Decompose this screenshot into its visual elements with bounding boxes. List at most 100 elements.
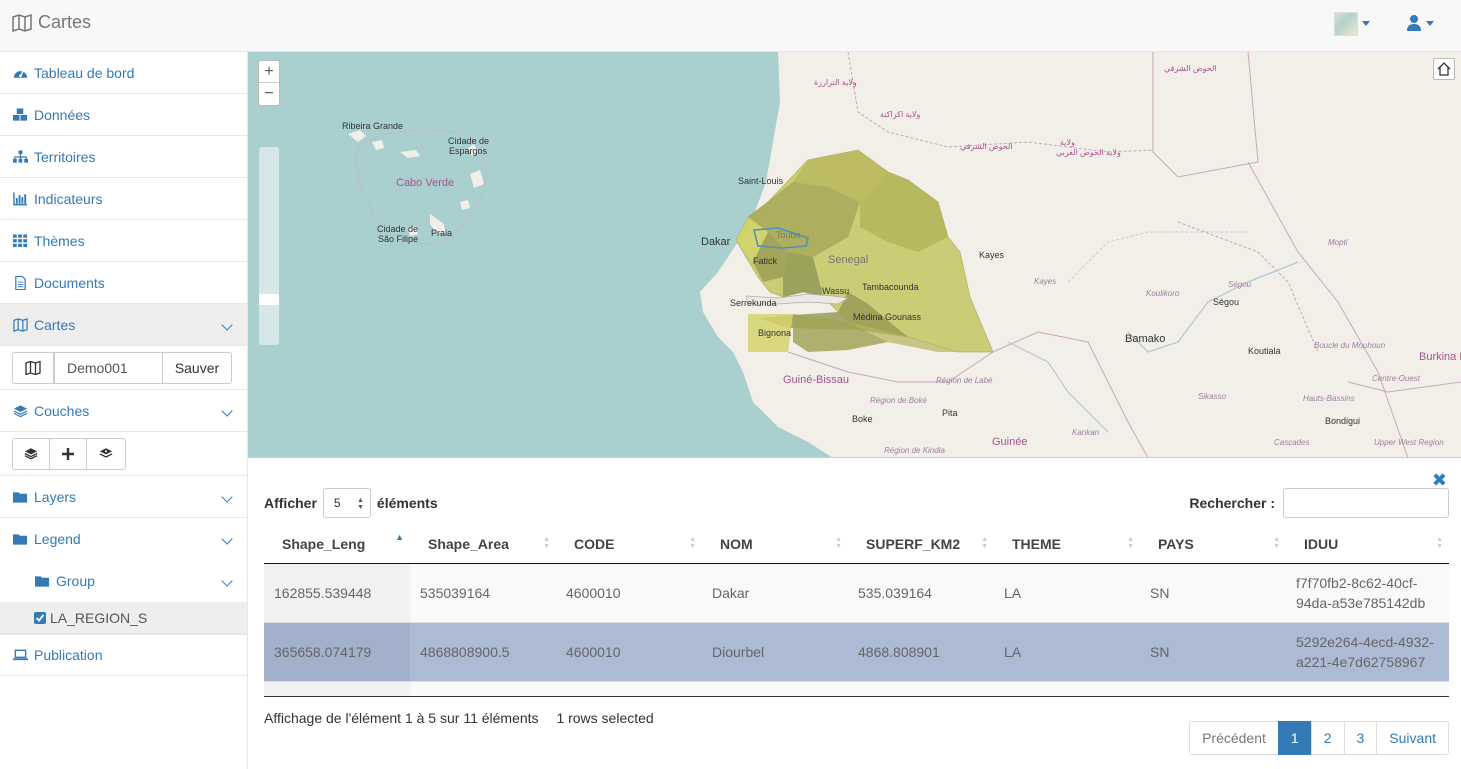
table-cell: Dakar [712, 585, 750, 601]
zoom-in-button[interactable]: + [259, 61, 279, 83]
search-input[interactable] [1283, 488, 1449, 518]
map-label: Ségou [1213, 297, 1240, 307]
chevron-down-icon[interactable] [1362, 21, 1370, 26]
column-header[interactable]: Shape_Area ▲ ▼ [410, 524, 556, 563]
basemap-thumbnail[interactable] [1334, 12, 1358, 36]
map-icon [12, 317, 28, 332]
sitemap-icon [12, 149, 28, 163]
column-header[interactable]: IDUU ▲ ▼ [1286, 524, 1449, 563]
sidebar-item-indicateurs[interactable]: Indicateurs [0, 178, 247, 220]
folder-icon [12, 534, 27, 545]
cubes-icon [12, 107, 27, 121]
pagination-page-1[interactable]: 1 [1277, 721, 1312, 755]
layer-style-button[interactable] [86, 437, 126, 470]
sidebar-item-layers[interactable]: Layers [0, 476, 247, 518]
chevron-down-icon[interactable] [221, 533, 233, 545]
sidebar-item-donnees[interactable]: Données [0, 94, 247, 136]
user-icon[interactable] [1406, 14, 1422, 32]
length-control: Afficher 5 ▲ ▼ éléments [264, 488, 438, 518]
legend-group[interactable]: Group [0, 560, 247, 602]
sidebar-item-couches[interactable]: Couches [0, 390, 247, 432]
sort-icon: ▲ ▼ [1273, 536, 1280, 550]
brand[interactable]: Cartes [12, 12, 91, 33]
map-button[interactable] [12, 351, 54, 384]
folder-icon [34, 576, 49, 587]
column-header[interactable]: SUPERF_KM2 ▲ ▼ [848, 524, 994, 563]
map-icon [12, 13, 32, 32]
sidebar-item-publication[interactable]: Publication [0, 634, 247, 676]
table-cell [264, 682, 410, 696]
sidebar: Tableau de bord Données Territoires Indi… [0, 52, 248, 769]
home-extent-button[interactable] [1433, 58, 1455, 80]
sidebar-item-cartes[interactable]: Cartes [0, 304, 247, 346]
sidebar-item-territoires[interactable]: Territoires [0, 136, 247, 178]
brand-title: Cartes [38, 12, 92, 32]
map-label: Koutiala [1248, 346, 1281, 356]
sort-icon: ▲ ▼ [1436, 536, 1443, 550]
checkbox-checked-icon[interactable] [34, 611, 46, 624]
length-select[interactable]: 5 ▲ ▼ [322, 488, 371, 518]
add-layer-button[interactable] [49, 437, 87, 470]
table-row[interactable] [264, 682, 1449, 696]
pagination-page-3[interactable]: 3 [1343, 721, 1378, 755]
column-header[interactable]: PAYS ▲ ▼ [1140, 524, 1286, 563]
table-cell: 4600010 [566, 585, 621, 601]
column-header[interactable]: Shape_Leng ▲ [264, 524, 410, 563]
layers-icon [24, 448, 38, 460]
sort-asc-icon: ▲ [395, 532, 404, 542]
map-label: ولاية [1060, 138, 1075, 147]
map-label: Burkina Faso [1419, 351, 1461, 363]
sort-icon: ▲ ▼ [981, 536, 988, 550]
pagination-page-2[interactable]: 2 [1310, 721, 1345, 755]
map-label: Région de Kindia [884, 446, 945, 455]
zoom-out-button[interactable]: − [259, 83, 279, 105]
table-row-selected[interactable]: 365658.074179 4868808900.5 4600010 Diour… [264, 623, 1449, 682]
sort-icon: ▲ ▼ [543, 536, 550, 550]
table-row[interactable]: 162855.539448 535039164 4600010 Dakar 53… [264, 564, 1449, 623]
pagination-next[interactable]: Suivant [1376, 721, 1449, 755]
map-label: Kayes [1034, 277, 1057, 286]
map-label: Koulikoro [1146, 289, 1180, 298]
map-label: Boucle du Mouhoun [1314, 341, 1386, 350]
column-header[interactable]: THEME ▲ ▼ [994, 524, 1140, 563]
map-label: Cabo Verde [396, 177, 455, 189]
sidebar-item-dashboard[interactable]: Tableau de bord [0, 52, 247, 94]
plus-icon [62, 447, 74, 460]
column-header[interactable]: CODE ▲ ▼ [556, 524, 702, 563]
layers-stack-button[interactable] [12, 437, 50, 470]
zoom-slider[interactable] [259, 147, 279, 345]
sidebar-item-label: Layers [34, 488, 77, 505]
save-button[interactable]: Sauver [162, 351, 232, 384]
map-label: São Filipe [378, 234, 419, 244]
map-name-input[interactable]: Demo001 [54, 351, 162, 384]
map-label: Cidade de [377, 224, 419, 234]
legend-layer-item[interactable]: LA_REGION_S [0, 602, 247, 634]
map-label: Ségou [1228, 280, 1252, 289]
map-view[interactable]: + − Ribeira Grande Cidade de Espargos Ca… [248, 52, 1461, 458]
sidebar-item-themes[interactable]: Thèmes [0, 220, 247, 262]
chevron-down-icon[interactable] [221, 405, 233, 417]
chevron-down-icon[interactable] [221, 491, 233, 503]
map-toolbar: Demo001 Sauver [0, 346, 247, 390]
map-label: الحوض الشرقي [960, 142, 1013, 151]
zoom-slider-handle[interactable] [259, 294, 279, 305]
sidebar-item-documents[interactable]: Documents [0, 262, 247, 304]
map-label: Région de Boké [870, 396, 927, 405]
map-label: Wassu [822, 286, 850, 296]
sidebar-item-legend[interactable]: Legend [0, 518, 247, 560]
legend-group-label: Group [56, 573, 95, 589]
table-cell: LA [1004, 644, 1022, 660]
sort-icon: ▲ ▼ [835, 536, 842, 550]
pagination: Précédent 1 2 3 Suivant [1189, 721, 1449, 755]
pagination-previous[interactable]: Précédent [1189, 721, 1279, 755]
top-navbar: Cartes [0, 0, 1461, 52]
map-label: الحوض الشرقي [1164, 64, 1217, 73]
chevron-down-icon[interactable] [1426, 21, 1434, 26]
chevron-down-icon[interactable] [221, 319, 233, 331]
sort-icon: ▲ ▼ [689, 536, 696, 550]
map-label: Kayes [979, 250, 1005, 260]
column-header[interactable]: NOM ▲ ▼ [702, 524, 848, 563]
map-label: Sikasso [1198, 392, 1227, 401]
chevron-down-icon[interactable] [221, 575, 233, 587]
map-label: Bignona [758, 328, 792, 338]
